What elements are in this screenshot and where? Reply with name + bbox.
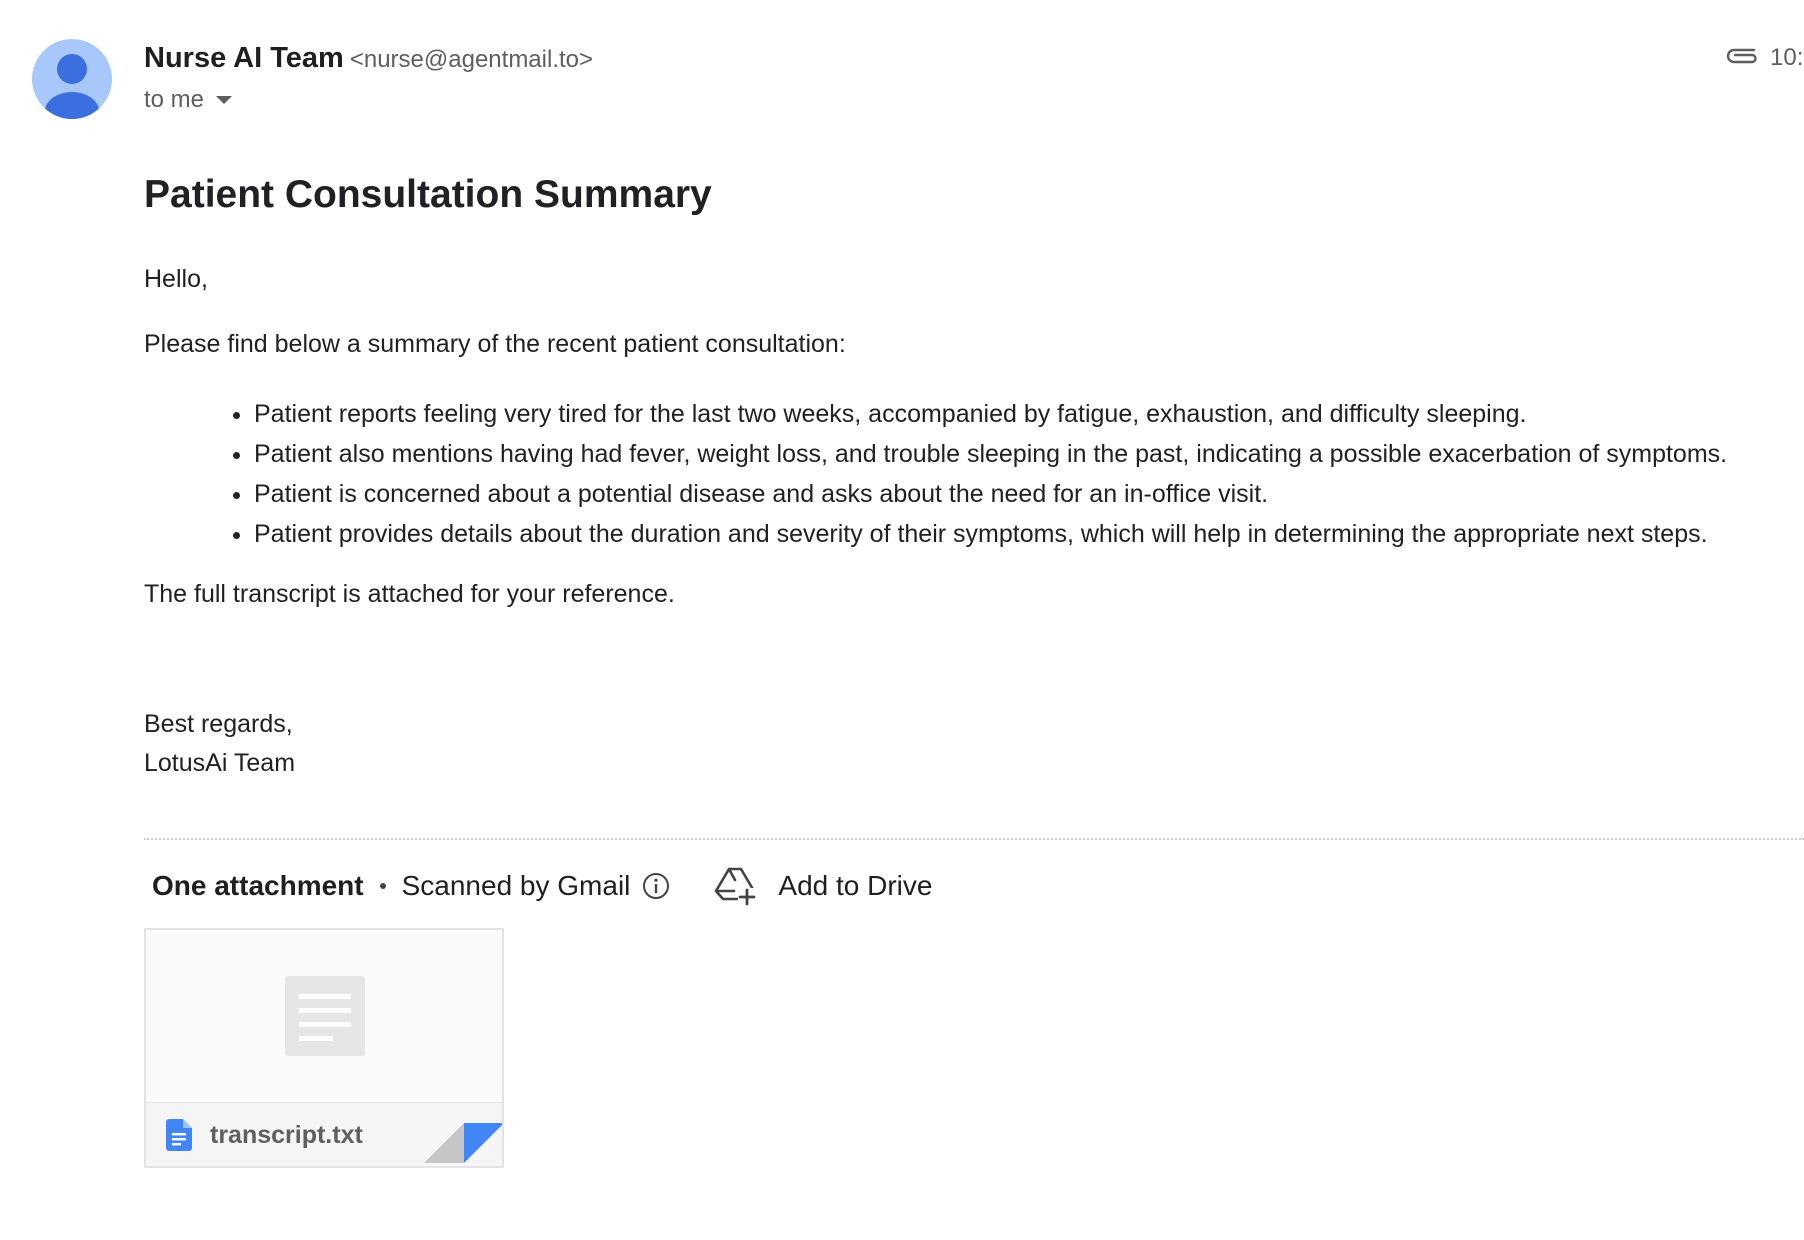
drive-add-icon [714,866,758,906]
document-thumbnail-icon [285,976,365,1056]
info-icon[interactable] [642,872,670,900]
doc-file-icon [166,1119,192,1151]
recipient-details-toggle[interactable]: to me [144,86,233,114]
recipient-label: to me [144,86,205,113]
attachment-preview [146,930,502,1103]
add-to-drive-label: Add to Drive [778,870,933,901]
list-item: Patient is concerned about a potential d… [254,474,1727,514]
attachments-header: One attachment Scanned by Gmail Add to D… [152,866,932,906]
person-icon [45,54,99,119]
paperclip-icon [1724,46,1760,71]
email-view: Nurse AI Team <nurse@agentmail.to> to me … [0,0,1804,1240]
sender-line: Nurse AI Team <nurse@agentmail.to> [144,42,593,75]
attachment-count: One attachment [152,870,364,901]
scanned-label: Scanned by Gmail [401,870,631,901]
corner-fold-icon [424,1119,502,1166]
email-intro: Please find below a summary of the recen… [144,330,846,358]
message-meta: 10: [1724,44,1804,72]
message-time: 10: [1770,44,1804,71]
email-greeting: Hello, [144,265,208,293]
list-item: Patient provides details about the durat… [254,514,1727,554]
email-subject: Patient Consultation Summary [144,173,712,216]
sender-email: <nurse@agentmail.to> [349,46,594,73]
attachments-divider [144,838,1804,840]
add-to-drive-button[interactable]: Add to Drive [714,866,932,906]
email-signature: LotusAi Team [144,749,296,777]
separator-dot [379,883,386,889]
attachment-filename: transcript.txt [210,1120,363,1149]
list-item: Patient also mentions having had fever, … [254,434,1727,474]
email-signoff: Best regards, [144,710,293,738]
list-item: Patient reports feeling very tired for t… [254,394,1727,434]
sender-name[interactable]: Nurse AI Team [144,42,344,74]
chevron-down-icon[interactable] [216,96,233,104]
sender-avatar[interactable] [32,39,112,119]
attachment-card[interactable]: transcript.txt [144,928,504,1168]
summary-list: Patient reports feeling very tired for t… [144,394,1727,554]
email-closing-note: The full transcript is attached for your… [144,580,675,608]
